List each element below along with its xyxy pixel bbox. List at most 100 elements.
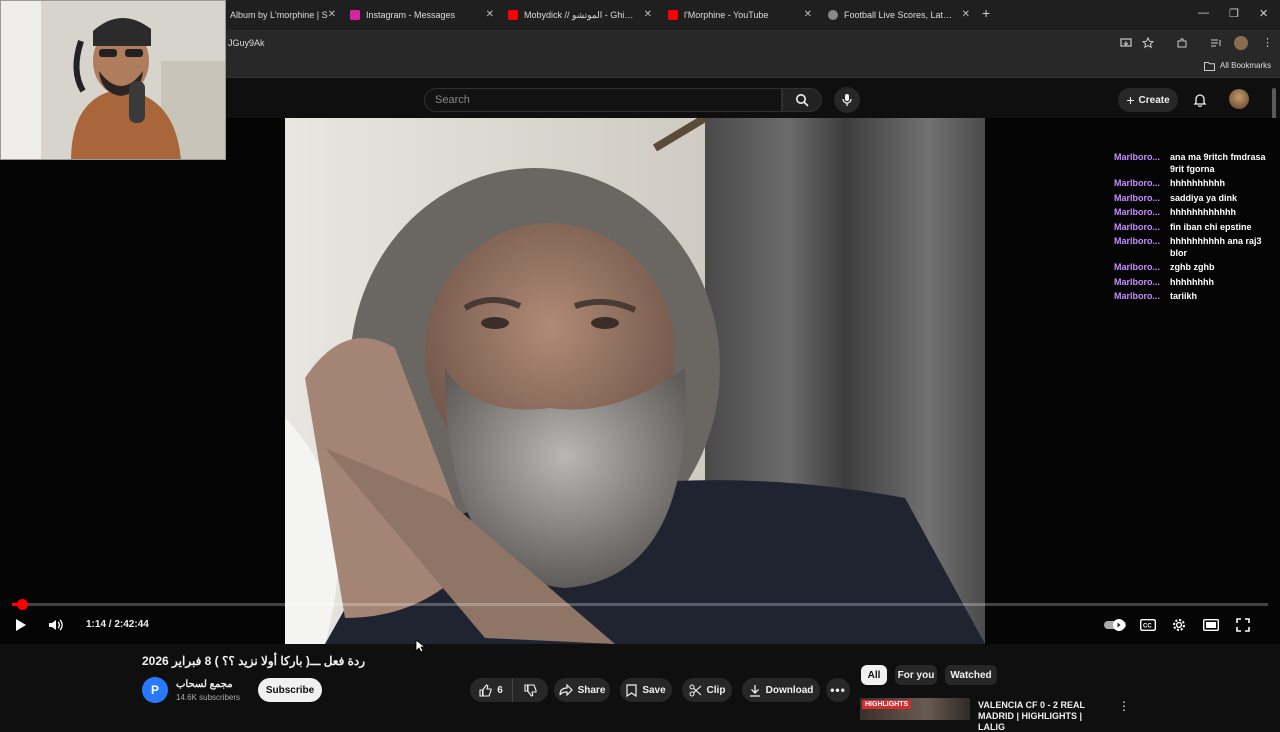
voice-search-button[interactable]	[834, 87, 860, 113]
tab-mobydick[interactable]: Mobydick // الموتشو - Ghir bar ✕	[508, 4, 652, 26]
download-label: Download	[765, 684, 814, 696]
recommendation-title[interactable]: VALENCIA CF 0 - 2 REAL MADRID | HIGHLIGH…	[978, 700, 1110, 732]
like-button[interactable]: 6	[470, 678, 512, 702]
chat-message: Marlboro... saddiya ya dink	[1114, 193, 1274, 205]
install-app-icon[interactable]	[1120, 37, 1132, 49]
new-tab-button[interactable]: +	[982, 5, 990, 21]
chat-text: ana ma 9ritch fmdrasa 9rit fgorna	[1170, 152, 1266, 174]
chat-text: hhhhhhhhhh	[1170, 178, 1225, 189]
progress-scrubber[interactable]	[16, 599, 28, 610]
close-tab-icon[interactable]: ✕	[328, 9, 336, 20]
close-tab-icon[interactable]: ✕	[486, 9, 494, 20]
video-frame-image	[285, 118, 985, 644]
subscriber-count: 14.6K subscribers	[176, 693, 241, 702]
time-display: 1:14 / 2:42:44	[86, 619, 149, 630]
close-tab-icon[interactable]: ✕	[804, 9, 812, 20]
instagram-icon	[350, 10, 360, 20]
microphone-icon	[842, 94, 852, 106]
folder-icon	[1204, 62, 1215, 71]
clip-label: Clip	[706, 684, 726, 696]
create-button[interactable]: + Create	[1118, 88, 1178, 112]
thumbs-up-icon	[479, 683, 492, 697]
chat-text: zghb zghb	[1170, 262, 1215, 273]
settings-button[interactable]	[1170, 616, 1188, 634]
search-input[interactable]: Search	[424, 88, 782, 112]
share-label: Share	[577, 684, 606, 696]
recommendation-menu-icon[interactable]: ⋮	[1118, 699, 1130, 713]
chat-message: Marlboro... fin iban chi epstine	[1114, 222, 1274, 234]
all-bookmarks-link[interactable]: All Bookmarks	[1220, 61, 1271, 70]
mute-button[interactable]	[46, 616, 66, 634]
close-tab-icon[interactable]: ✕	[962, 9, 970, 20]
chat-message: Marlboro... hhhhhhhhhh	[1114, 178, 1274, 190]
share-button[interactable]: Share	[554, 678, 610, 702]
maximize-button[interactable]: ❐	[1229, 7, 1239, 20]
video-player[interactable]	[0, 118, 1280, 644]
share-icon	[558, 684, 573, 696]
media-controls-icon[interactable]	[1210, 37, 1222, 49]
channel-avatar[interactable]: P	[142, 677, 168, 703]
chat-text: tariikh	[1170, 291, 1198, 302]
chat-message: Marlboro... hhhhhhhhhh ana raj3 blor	[1114, 236, 1274, 259]
highlights-badge: HIGHLIGHTS	[862, 700, 912, 709]
scissors-icon	[689, 684, 701, 696]
profile-avatar[interactable]	[1234, 36, 1248, 50]
theater-mode-button[interactable]	[1202, 617, 1220, 633]
more-horizontal-icon: •••	[830, 683, 846, 697]
search-button[interactable]	[782, 88, 822, 112]
chat-author: Marlboro...	[1114, 152, 1161, 162]
save-icon	[626, 683, 637, 697]
search-icon	[796, 94, 809, 107]
minimize-button[interactable]: —	[1198, 7, 1209, 19]
webcam-image	[1, 1, 225, 159]
volume-icon	[49, 619, 63, 631]
chat-author: Marlboro...	[1114, 221, 1161, 232]
tab-title: Album by L'morphine | S	[230, 10, 328, 20]
clip-button[interactable]: Clip	[682, 678, 732, 702]
bookmark-star-icon[interactable]	[1142, 37, 1154, 49]
close-window-button[interactable]: ✕	[1259, 7, 1268, 20]
chat-author: Marlboro...	[1114, 192, 1161, 203]
autoplay-toggle[interactable]	[1103, 617, 1127, 633]
channel-name[interactable]: مجمع لسحاب	[176, 679, 233, 690]
save-button[interactable]: Save	[620, 678, 672, 702]
progress-bar[interactable]	[12, 599, 1268, 610]
youtube-icon	[508, 10, 518, 20]
notifications-bell-icon[interactable]	[1193, 92, 1207, 107]
more-actions-button[interactable]: •••	[826, 678, 850, 702]
chip-all[interactable]: All	[861, 665, 887, 685]
chip-watched[interactable]: Watched	[945, 665, 997, 685]
tab-lmorphine-youtube[interactable]: l'Morphine - YouTube ✕	[668, 4, 812, 26]
chat-author: Marlboro...	[1114, 207, 1161, 218]
download-button[interactable]: Download	[742, 678, 820, 702]
theater-mode-icon	[1203, 619, 1219, 631]
address-url[interactable]: JGuy9Ak	[228, 38, 265, 48]
chip-for-you[interactable]: For you	[895, 665, 937, 685]
fullscreen-button[interactable]	[1234, 616, 1252, 634]
tab-album[interactable]: Album by L'morphine | S ✕	[230, 4, 336, 26]
tab-football[interactable]: Football Live Scores, Latest Foo ✕	[828, 4, 970, 26]
chat-author: Marlboro...	[1114, 236, 1161, 247]
subscribe-button[interactable]: Subscribe	[258, 678, 322, 702]
play-button[interactable]	[12, 616, 30, 634]
tab-instagram[interactable]: Instagram - Messages ✕	[350, 4, 494, 26]
extensions-icon[interactable]	[1176, 37, 1188, 49]
live-chat-overlay: Marlboro... ana ma 9ritch fmdrasa 9rit fg…	[1114, 152, 1274, 306]
chat-message: Marlboro... hhhhhhhhhhhh	[1114, 207, 1274, 219]
download-icon	[749, 684, 760, 697]
video-frame[interactable]	[285, 118, 985, 644]
mouse-cursor-icon	[415, 639, 425, 653]
close-tab-icon[interactable]: ✕	[644, 9, 652, 20]
thumbs-down-icon	[524, 683, 537, 697]
autoplay-toggle-icon	[1104, 619, 1126, 631]
captions-button[interactable]: CC	[1139, 617, 1157, 633]
chat-text: fin iban chi epstine	[1170, 221, 1252, 232]
fullscreen-icon	[1236, 618, 1250, 632]
svg-text:CC: CC	[1143, 624, 1152, 630]
account-avatar[interactable]	[1229, 89, 1249, 109]
browser-menu-icon[interactable]: ⋮	[1262, 36, 1273, 49]
loading-icon	[828, 10, 838, 20]
video-title: ردة فعل ـــ( باركا أولا نزيد ؟؟ ) 8 فبرا…	[142, 654, 366, 668]
tab-title: Mobydick // الموتشو - Ghir bar	[524, 9, 634, 20]
dislike-button[interactable]	[512, 678, 548, 702]
